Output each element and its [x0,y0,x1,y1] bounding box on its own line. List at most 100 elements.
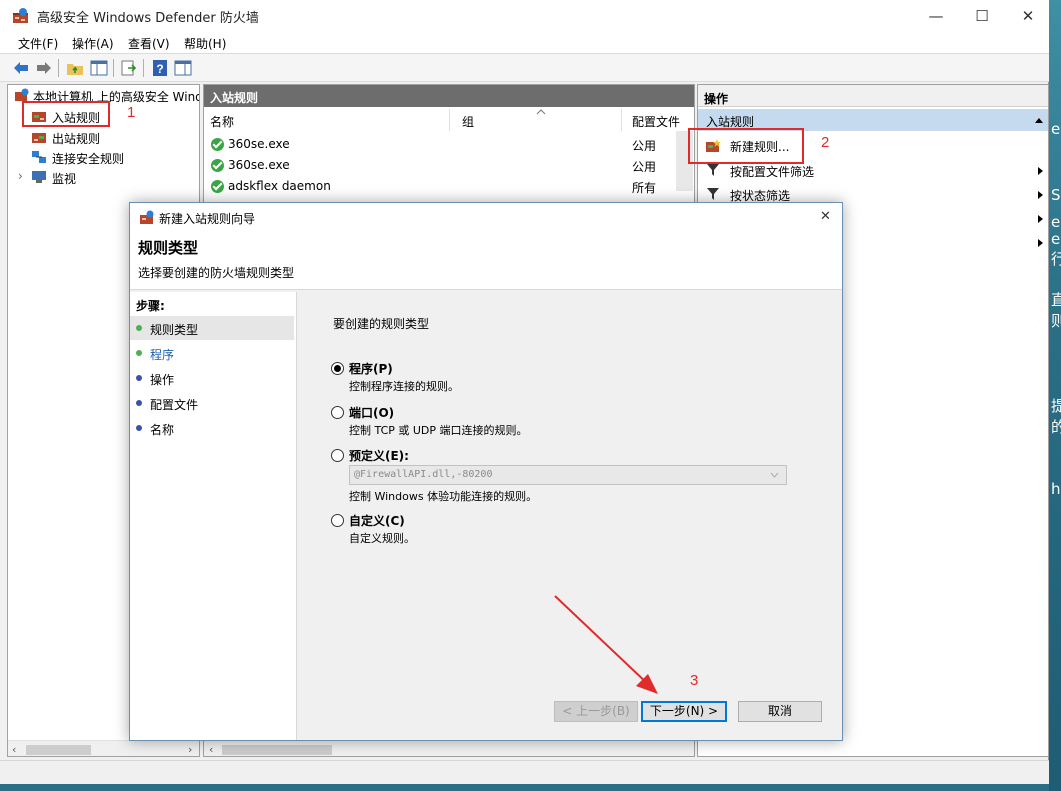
dialog-subheading: 选择要创建的防火墙规则类型 [138,266,295,280]
list-horizontal-scrollbar[interactable]: ‹ [204,740,694,756]
outbound-rules-icon [32,133,46,143]
desktop-text: e [1051,213,1061,231]
tree-item-connection-security-rules[interactable]: 连接安全规则 [52,150,124,167]
scroll-thumb[interactable] [26,745,91,755]
dialog-header: 规则类型 选择要创建的防火墙规则类型 [130,232,842,290]
option-custom-desc: 自定义规则。 [349,532,415,545]
monitor-icon [32,171,46,183]
title-bar[interactable]: 高级安全 Windows Defender 防火墙 — ☐ ✕ [0,0,1049,31]
collapse-icon[interactable] [1035,117,1043,123]
chevron-down-icon [770,472,779,478]
filter-by-profile-action[interactable]: 按配置文件筛选 [730,163,814,180]
action-pane-icon[interactable] [174,59,192,77]
maximize-button[interactable]: ☐ [959,0,1005,31]
desktop-text: 行 [1051,250,1061,268]
tree-horizontal-scrollbar[interactable]: ‹ › [8,740,199,756]
option-predefined-label[interactable]: 预定义(E): [349,447,409,464]
column-header-profile[interactable]: 配置文件 [632,109,682,131]
desktop-text: h [1051,480,1061,498]
step-dot [136,425,142,431]
scroll-thumb[interactable] [222,745,332,755]
rule-enabled-icon [211,159,224,172]
rule-profile: 公用 [632,160,657,174]
annotation-number: 1 [127,104,136,121]
dialog-heading: 规则类型 [138,239,199,257]
actions-header: 操作 [698,85,1048,107]
option-custom-label[interactable]: 自定义(C) [349,512,405,529]
scroll-right-icon[interactable]: › [188,741,192,756]
step-rule-type: 规则类型 [150,323,199,337]
console-tree-icon[interactable] [90,59,108,77]
submenu-arrow-icon [1038,191,1043,199]
scroll-left-icon[interactable]: ‹ [12,741,16,756]
rule-name[interactable]: 360se.exe [228,137,290,151]
annotation-arrow-icon [554,595,658,694]
predefined-select[interactable]: @FirewallAPI.dll,-80200 [349,465,787,485]
toolbar-separator [143,59,144,77]
close-button[interactable]: ✕ [1005,0,1051,31]
option-port-desc: 控制 TCP 或 UDP 端口连接的规则。 [349,424,528,437]
menu-file[interactable]: 文件(F) [18,35,58,52]
sort-ascending-icon [536,109,546,115]
wizard-icon [140,210,154,224]
export-list-icon[interactable] [120,59,138,77]
wizard-steps: 步骤: 规则类型 程序 操作 配置文件 名称 [130,292,297,740]
annotation-number: 2 [821,134,830,151]
radio-predefined[interactable] [331,449,344,462]
desktop-text: 直 [1051,291,1061,309]
toolbar-separator [113,59,114,77]
body-prompt: 要创建的规则类型 [333,317,430,331]
step-dot [136,400,142,406]
menu-view[interactable]: 查看(V) [128,35,170,52]
folder-up-icon[interactable] [66,59,84,77]
window-title: 高级安全 Windows Defender 防火墙 [37,11,259,26]
connection-security-icon [32,151,46,163]
option-port-label[interactable]: 端口(O) [349,404,394,421]
status-bar [0,760,1049,784]
filter-icon [707,164,719,176]
dialog-close-button[interactable]: ✕ [820,209,831,224]
rule-name[interactable]: adskflex daemon [228,179,331,193]
menu-bar: 文件(F) 操作(A) 查看(V) 帮助(H) [0,31,1049,53]
step-name: 名称 [150,423,175,437]
step-dot [136,350,142,356]
filter-icon [707,188,719,200]
option-predefined-desc: 控制 Windows 体验功能连接的规则。 [349,490,538,503]
radio-port[interactable] [331,406,344,419]
scroll-left-icon[interactable]: ‹ [209,741,213,756]
option-program-label[interactable]: 程序(P) [349,360,393,377]
menu-help[interactable]: 帮助(H) [184,35,226,52]
back-button[interactable]: < 上一步(B) [554,701,638,722]
computer-firewall-icon [15,88,29,101]
desktop-text: e [1051,230,1061,248]
annotation-number: 3 [690,672,699,689]
rules-pane-header: 入站规则 [204,85,694,107]
submenu-arrow-icon [1038,239,1043,247]
step-profile: 配置文件 [150,398,199,412]
desktop-text: 的 [1051,418,1061,436]
help-icon[interactable]: ? [151,59,169,77]
toolbar-separator [58,59,59,77]
tree-expander-icon[interactable]: › [18,169,23,183]
submenu-arrow-icon [1038,167,1043,175]
rule-profile: 所有 [632,181,657,195]
tree-item-monitoring[interactable]: 监视 [52,170,76,187]
column-header-name[interactable]: 名称 [210,109,450,131]
step-action: 操作 [150,373,175,387]
new-inbound-rule-wizard: 新建入站规则向导 ✕ 规则类型 选择要创建的防火墙规则类型 步骤: 规则类型 程… [129,202,843,741]
desktop-text: 提 [1051,397,1061,415]
tree-item-outbound-rules[interactable]: 出站规则 [52,130,100,147]
menu-action[interactable]: 操作(A) [72,35,114,52]
next-button[interactable]: 下一步(N) > [641,701,727,722]
desktop-background: e S e e 行 直 则 提 的 h [1049,0,1061,791]
cancel-button[interactable]: 取消 [738,701,822,722]
back-arrow-icon[interactable] [12,59,30,77]
dialog-title-bar[interactable]: 新建入站规则向导 ✕ [130,203,842,232]
forward-arrow-icon[interactable] [35,59,53,77]
rule-enabled-icon [211,138,224,151]
annotation-highlight-box [688,128,804,164]
radio-program[interactable] [331,362,344,375]
minimize-button[interactable]: — [913,0,959,31]
radio-custom[interactable] [331,514,344,527]
rule-name[interactable]: 360se.exe [228,158,290,172]
